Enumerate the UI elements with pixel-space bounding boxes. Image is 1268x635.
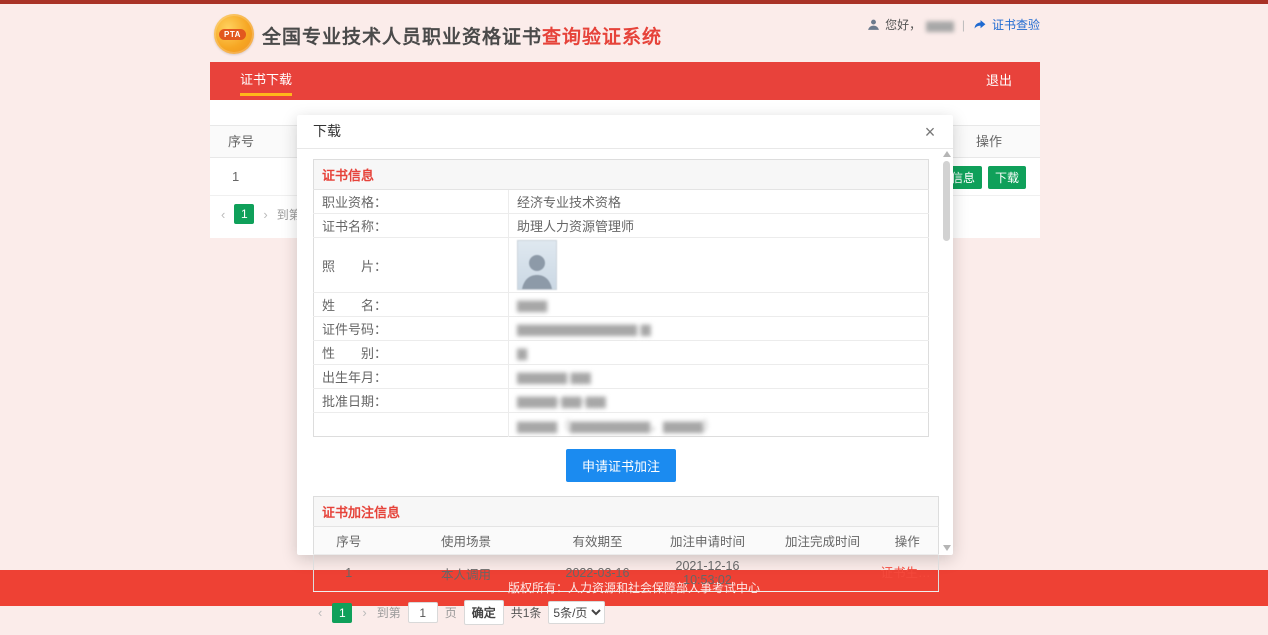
col-seq: 序号 [228, 126, 254, 158]
confirm-page-button[interactable]: 确定 [464, 600, 504, 625]
modal-body: 证书信息 职业资格： 经济专业技术资格 证书名称： 助理人力资源管理师 照 片： [297, 149, 953, 635]
user-icon [867, 18, 880, 31]
annotation-header-row: 序号 使用场景 有效期至 加注申请时间 加注完成时间 操作 [314, 527, 939, 555]
page-unit-label: 页 [445, 604, 457, 621]
annot-apply-time: 2021-12-16 10:53:02 [647, 555, 769, 592]
row-label: 姓 名： [314, 293, 509, 317]
row-value-redacted: ▆▆▆▆（▆▆▆▆▆▆▆▆，▆▆▆▆） [517, 418, 716, 433]
row-label: 证件号码： [314, 317, 509, 341]
col-annot-scene: 使用场景 [384, 527, 549, 555]
current-page-button[interactable]: 1 [234, 204, 254, 224]
share-arrow-icon [973, 18, 987, 31]
download-modal: 下载 × 证书信息 职业资格： 经济专业技术资格 证书名称： 助理人力资源管理师… [297, 115, 953, 555]
top-accent-strip [0, 0, 1268, 4]
cert-row-extra: ▆▆▆▆（▆▆▆▆▆▆▆▆，▆▆▆▆） [314, 413, 929, 437]
total-count-label: 共1条 [511, 604, 542, 621]
row-label: 职业资格： [314, 190, 509, 214]
close-icon[interactable]: × [919, 121, 941, 143]
prev-page-arrow[interactable]: ‹ [218, 207, 228, 222]
cert-info-section-title: 证书信息 [314, 160, 929, 190]
row-label [314, 413, 509, 437]
cert-verify-link[interactable]: 证书查验 [992, 16, 1040, 33]
annotation-pagination: ‹ 1 › 到第 页 确定 共1条 5条/页 [313, 600, 929, 625]
row-value-redacted: ▆▆▆▆▆ ▆▆ [517, 369, 591, 384]
site-title-main: 全国专业技术人员职业资格证书 [262, 27, 542, 48]
annotation-section-title: 证书加注信息 [314, 497, 939, 527]
cert-row-approval-date: 批准日期： ▆▆▆▆-▆▆-▆▆ [314, 389, 929, 413]
row-seq: 1 [232, 158, 239, 196]
col-annot-valid: 有效期至 [549, 527, 647, 555]
col-annot-complete-time: 加注完成时间 [769, 527, 877, 555]
col-annot-seq: 序号 [314, 527, 384, 555]
cert-row-photo: 照 片： [314, 238, 929, 293]
active-tab-underline [240, 93, 292, 96]
tab-cert-download-label: 证书下载 [240, 72, 292, 87]
cert-row-fullname: 姓 名： ▆▆▆ [314, 293, 929, 317]
modal-goto-label: 到第 [377, 604, 401, 621]
annotation-table: 证书加注信息 序号 使用场景 有效期至 加注申请时间 加注完成时间 操作 1 本… [313, 496, 939, 592]
scroll-down-arrow-icon[interactable] [943, 545, 951, 551]
cert-row-name: 证书名称： 助理人力资源管理师 [314, 214, 929, 238]
userbar-separator: | [962, 18, 965, 32]
cert-row-occupation: 职业资格： 经济专业技术资格 [314, 190, 929, 214]
col-annot-apply-time: 加注申请时间 [647, 527, 769, 555]
row-label: 批准日期： [314, 389, 509, 413]
download-button[interactable]: 下载 [988, 166, 1026, 189]
annot-scene: 本人调用 [384, 555, 549, 592]
main-nav: 证书下载 退出 [210, 62, 1040, 100]
logout-button[interactable]: 退出 [986, 62, 1012, 100]
apply-annotation-button[interactable]: 申请证书加注 [566, 449, 676, 482]
cert-generating-link[interactable]: 证书生成中.. [881, 562, 935, 581]
modal-prev-page-arrow[interactable]: ‹ [315, 605, 325, 620]
cert-list-pagination: ‹ 1 › 到第 [218, 204, 301, 224]
cert-row-gender: 性 别： ▆ [314, 341, 929, 365]
next-page-arrow[interactable]: › [260, 207, 270, 222]
row-value: 助理人力资源管理师 [509, 214, 929, 238]
row-value-redacted: ▆▆▆▆-▆▆-▆▆ [517, 393, 606, 408]
greeting-text: 您好， [885, 16, 921, 33]
col-annot-action: 操作 [877, 527, 939, 555]
annot-seq: 1 [314, 555, 384, 592]
row-label: 性 别： [314, 341, 509, 365]
modal-scrollbar[interactable] [942, 151, 951, 551]
annot-valid-until: 2022-03-16 [549, 555, 647, 592]
modal-title: 下载 [297, 115, 953, 149]
row-label: 照 片： [314, 238, 509, 293]
row-value-redacted: ▆▆▆ [517, 297, 547, 312]
cert-info-table: 证书信息 职业资格： 经济专业技术资格 证书名称： 助理人力资源管理师 照 片： [313, 159, 929, 437]
username-redacted: ▆▆▆ [926, 18, 954, 32]
page-size-select[interactable]: 5条/页 [548, 601, 605, 624]
scrollbar-thumb[interactable] [943, 161, 950, 241]
pta-logo-text: PTA [219, 29, 246, 40]
row-value-redacted: ▆▆▆▆▆▆▆▆▆▆▆▆ ▆ [517, 321, 651, 336]
annot-complete-time [769, 555, 877, 592]
page-number-input[interactable] [408, 602, 438, 623]
row-value-redacted: ▆ [517, 345, 527, 360]
scroll-up-arrow-icon[interactable] [943, 151, 951, 157]
pta-logo-icon: PTA [214, 14, 254, 54]
modal-next-page-arrow[interactable]: › [359, 605, 369, 620]
tab-cert-download[interactable]: 证书下载 [240, 62, 292, 100]
photo-silhouette-icon [520, 249, 554, 289]
annotation-row: 1 本人调用 2022-03-16 2021-12-16 10:53:02 证书… [314, 555, 939, 592]
row-value: 经济专业技术资格 [509, 190, 929, 214]
site-title-accent: 查询验证系统 [542, 27, 662, 48]
certificate-photo [517, 240, 557, 290]
col-action: 操作 [976, 126, 1002, 158]
cert-row-idnumber: 证件号码： ▆▆▆▆▆▆▆▆▆▆▆▆ ▆ [314, 317, 929, 341]
user-bar: 您好， ▆▆▆ | 证书查验 [867, 16, 1040, 33]
site-title: 全国专业技术人员职业资格证书查询验证系统 [262, 22, 662, 49]
cert-row-birthdate: 出生年月： ▆▆▆▆▆ ▆▆ [314, 365, 929, 389]
row-label: 证书名称： [314, 214, 509, 238]
row-label: 出生年月： [314, 365, 509, 389]
